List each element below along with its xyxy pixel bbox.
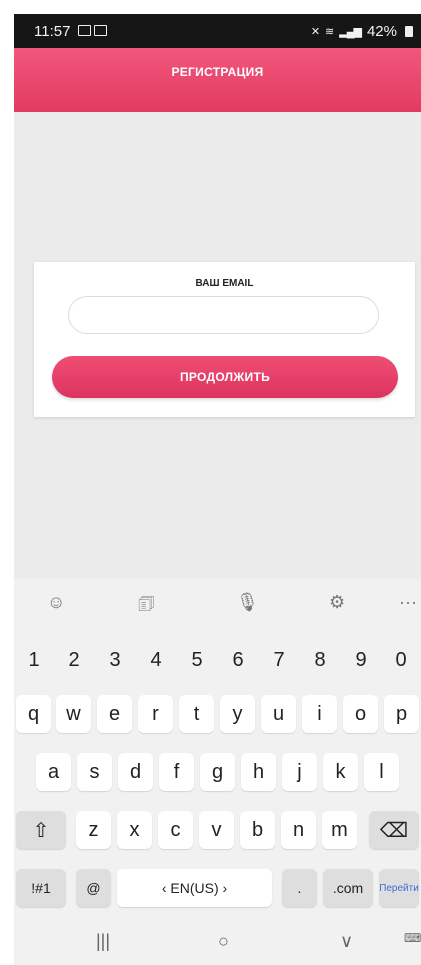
key-a[interactable]: a <box>36 753 71 791</box>
app-bar: РЕГИСТРАЦИЯ <box>14 48 421 112</box>
more-icon[interactable]: ··· <box>399 592 417 613</box>
key-3[interactable]: 3 <box>95 637 135 683</box>
recent-apps-icon[interactable]: ||| <box>96 931 110 952</box>
key-p[interactable]: p <box>384 695 419 733</box>
key-7[interactable]: 7 <box>259 637 299 683</box>
key-0[interactable]: 0 <box>381 637 421 683</box>
keyboard-toolbar: ☺ 🗊 🎙 ⚙ ··· <box>14 579 421 627</box>
key-j[interactable]: j <box>282 753 317 791</box>
key-6[interactable]: 6 <box>218 637 258 683</box>
key-o[interactable]: o <box>343 695 378 733</box>
key-n[interactable]: n <box>281 811 316 849</box>
nav-bar: ||| ○ ∨ ⌨ <box>14 921 421 965</box>
backspace-key[interactable]: ⌫ <box>369 811 419 849</box>
dot-key[interactable]: . <box>282 869 317 907</box>
emoji-icon[interactable]: ☺ <box>47 592 65 613</box>
key-q[interactable]: q <box>16 695 51 733</box>
key-m[interactable]: m <box>322 811 357 849</box>
shift-key[interactable]: ⇧ <box>16 811 66 849</box>
go-key[interactable]: Перейти <box>379 869 419 907</box>
key-t[interactable]: t <box>179 695 214 733</box>
battery-icon <box>405 26 413 37</box>
wifi-icon: ≋ <box>325 26 334 38</box>
symbols-key[interactable]: !#1 <box>16 869 66 907</box>
key-c[interactable]: c <box>158 811 193 849</box>
registration-card: ВАШ EMAIL ПРОДОЛЖИТЬ <box>34 262 415 417</box>
key-9[interactable]: 9 <box>341 637 381 683</box>
number-row: 1 2 3 4 5 6 7 8 9 0 <box>14 637 421 683</box>
key-v[interactable]: v <box>199 811 234 849</box>
key-f[interactable]: f <box>159 753 194 791</box>
key-w[interactable]: w <box>56 695 91 733</box>
status-bar: 11:57 ✕ ≋ ▂▄▆ 42% <box>14 14 421 48</box>
email-label: ВАШ EMAIL <box>195 278 254 289</box>
page-title: РЕГИСТРАЦИЯ <box>171 65 264 79</box>
microphone-icon[interactable]: 🎙 <box>236 592 259 613</box>
key-y[interactable]: y <box>220 695 255 733</box>
bottom-row: !#1 @ ‹ EN(US) › . .com Перейти <box>14 869 421 915</box>
key-x[interactable]: x <box>117 811 152 849</box>
key-u[interactable]: u <box>261 695 296 733</box>
key-8[interactable]: 8 <box>300 637 340 683</box>
key-h[interactable]: h <box>241 753 276 791</box>
home-icon[interactable]: ○ <box>218 931 229 952</box>
phone-screen: 11:57 ✕ ≋ ▂▄▆ 42% РЕГИСТРАЦИЯ ВАШ EMAIL … <box>14 14 421 965</box>
key-1[interactable]: 1 <box>14 637 54 683</box>
space-key[interactable]: ‹ EN(US) › <box>117 869 272 907</box>
at-key[interactable]: @ <box>76 869 111 907</box>
mute-icon: ✕ <box>310 26 320 38</box>
key-s[interactable]: s <box>77 753 112 791</box>
keyboard-switch-icon[interactable]: ⌨ <box>404 931 421 945</box>
key-l[interactable]: l <box>364 753 399 791</box>
key-4[interactable]: 4 <box>136 637 176 683</box>
gallery-icon <box>94 25 107 36</box>
key-g[interactable]: g <box>200 753 235 791</box>
status-time: 11:57 <box>34 23 71 40</box>
sticker-icon[interactable]: 🗊 <box>138 592 155 622</box>
continue-button[interactable]: ПРОДОЛЖИТЬ <box>52 356 398 398</box>
key-r[interactable]: r <box>138 695 173 733</box>
letter-row-3: ⇧ z x c v b n m ⌫ <box>14 811 421 857</box>
key-z[interactable]: z <box>76 811 111 849</box>
key-d[interactable]: d <box>118 753 153 791</box>
signal-icon: ▂▄▆ <box>339 26 362 38</box>
letter-row-2: a s d f g h j k l <box>14 753 421 799</box>
screen-icon <box>78 25 91 36</box>
key-k[interactable]: k <box>323 753 358 791</box>
key-e[interactable]: e <box>97 695 132 733</box>
letter-row-1: q w e r t y u i o p <box>14 695 421 741</box>
back-icon[interactable]: ∨ <box>340 931 353 952</box>
settings-icon[interactable]: ⚙ <box>329 592 345 613</box>
keyboard: ☺ 🗊 🎙 ⚙ ··· 1 2 3 4 5 6 7 8 9 0 q w e r … <box>14 579 421 965</box>
email-field[interactable] <box>68 296 379 334</box>
key-b[interactable]: b <box>240 811 275 849</box>
battery-percent: 42% <box>366 23 397 40</box>
dotcom-key[interactable]: .com <box>323 869 373 907</box>
key-5[interactable]: 5 <box>177 637 217 683</box>
key-2[interactable]: 2 <box>54 637 94 683</box>
key-i[interactable]: i <box>302 695 337 733</box>
